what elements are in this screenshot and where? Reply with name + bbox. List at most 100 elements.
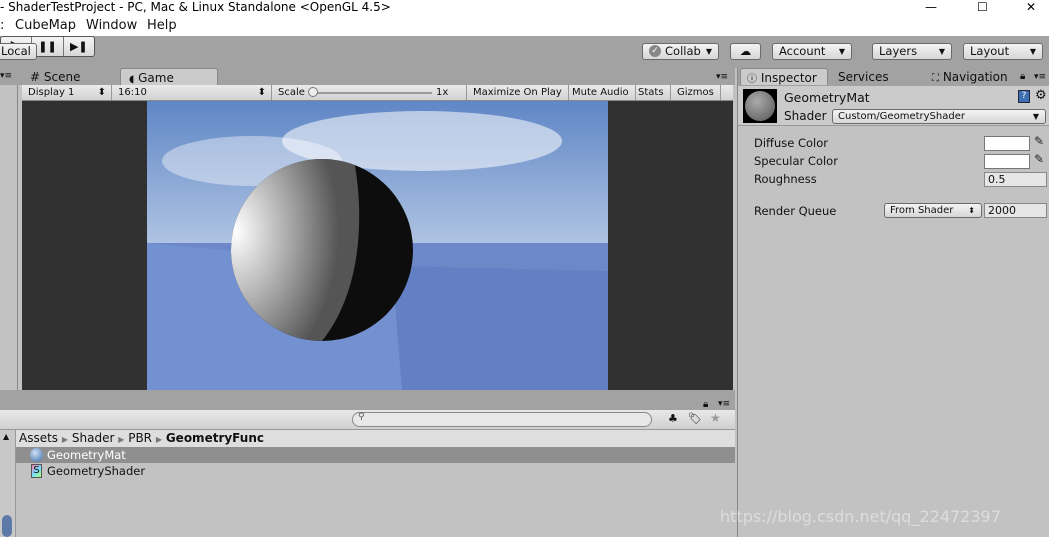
maximize-button[interactable]: ☐ [977,0,988,14]
layers-button[interactable]: Layers ▼ [872,43,952,60]
render-queue-label: Render Queue [754,204,837,218]
navigation-icon: ⛶ [932,73,939,84]
search-icon: ⚲ [358,412,365,422]
pivot-local-button[interactable]: Local [0,43,37,60]
breadcrumb-assets[interactable]: Assets [19,431,58,445]
lock-icon[interactable]: 🔒︎ [1020,71,1025,82]
panel-menu-icon[interactable]: ▾≡ [718,399,730,409]
aspect-dropdown[interactable]: 16:10 ⬍ [112,85,272,100]
help-book-icon[interactable]: ? [1018,90,1030,103]
menu-bar: : CubeMap Window Help [0,14,1049,36]
scale-value: 1x [436,87,449,98]
project-toolbar: ⚲ ♣ 🏷︎ ★ [0,410,735,430]
layout-label: Layout [970,44,1010,58]
breadcrumb-pbr[interactable]: PBR [128,431,152,445]
gear-icon[interactable]: ⚙ [1035,88,1047,103]
roughness-label: Roughness [754,172,817,186]
mute-audio-toggle[interactable]: Mute Audio [566,85,636,100]
tab-inspector[interactable]: ⓘ Inspector [740,68,828,85]
cloud-icon: ☁ [739,44,752,58]
specular-color-field[interactable] [984,154,1030,169]
list-item[interactable]: GeometryMat [16,447,735,463]
favorites-star-icon[interactable]: ★ [710,411,721,425]
menu-item-window[interactable]: Window [86,18,137,33]
tab-services[interactable]: Services [830,68,889,85]
close-button[interactable]: ✕ [1026,0,1036,14]
info-icon: ⓘ [747,74,757,85]
tab-scene-label: Scene [43,70,81,84]
diffuse-color-label: Diffuse Color [754,136,829,150]
shader-dropdown[interactable]: Custom/GeometryShader ▼ [832,109,1046,124]
layout-button[interactable]: Layout ▼ [963,43,1043,60]
tab-navigation-label: Navigation [942,70,1008,84]
menu-item-partial[interactable]: : [0,18,4,33]
breadcrumb-geometryfunc[interactable]: GeometryFunc [166,431,264,445]
collab-label: Collab [665,44,701,58]
material-preview [743,89,777,123]
scale-slider[interactable]: Scale 1x [272,85,467,100]
menu-item-cubemap[interactable]: CubeMap [15,18,76,33]
roughness-field[interactable]: 0.5 [984,172,1047,187]
project-file-list: GeometryMat S GeometryShader [16,447,735,537]
collab-button[interactable]: ✓ Collab ▼ [642,43,719,60]
title-bar: - ShaderTestProject - PC, Mac & Linux St… [0,0,1049,14]
scale-track [310,92,432,94]
render-queue-field[interactable]: 2000 [984,203,1047,218]
stats-toggle[interactable]: Stats [632,85,671,100]
item-name: GeometryMat [47,448,126,462]
account-label: Account [779,44,826,58]
main-toolbar: Local ▶ ❚❚ ▶❚ ✓ Collab▼ ☁ Account▼ Layer… [0,36,1049,68]
eyedropper-icon[interactable]: ✎ [1034,134,1048,148]
tab-navigation[interactable]: ⛶ Navigation [924,68,1008,85]
aspect-value: 16:10 [118,87,147,98]
grid-icon: # [30,70,41,84]
panel-menu-icon[interactable]: ▾≡ [0,71,12,81]
scroll-thumb[interactable] [2,515,12,537]
eyedropper-icon[interactable]: ✎ [1034,152,1048,166]
step-button[interactable]: ▶❚ [64,37,94,56]
breadcrumb-separator-icon: ▶ [61,435,69,444]
render-queue-mode: From Shader [890,205,954,216]
inspector-panel: ⓘ Inspector Services ⛶ Navigation 🔒︎ ▾≡ … [737,68,1049,537]
panel-separator: 🔒︎ ▾≡ [0,390,735,410]
layers-label: Layers [879,44,918,58]
scene-tab-row: ▾≡ # Scene ◖ Game ▾≡ [0,68,735,85]
shader-file-icon: S [31,464,42,478]
minimize-button[interactable]: — [925,0,937,14]
menu-item-help[interactable]: Help [147,18,177,33]
gizmos-dropdown[interactable]: Gizmos [671,85,721,100]
breadcrumb-separator-icon: ▶ [118,435,125,444]
display-dropdown[interactable]: Display 1 ⬍ [22,85,112,100]
pacman-icon: ◖ [129,74,135,85]
project-search-input[interactable]: ⚲ [352,412,652,427]
diffuse-color-field[interactable] [984,136,1030,151]
cloud-button[interactable]: ☁ [730,43,761,60]
panel-menu-icon[interactable]: ▾≡ [716,72,728,82]
tab-game[interactable]: ◖ Game [120,68,218,85]
scale-label: Scale [278,87,305,98]
panel-menu-icon[interactable]: ▾≡ [1034,72,1046,82]
shader-label: Shader [784,109,827,123]
account-button[interactable]: Account ▼ [772,43,852,60]
shader-value: Custom/GeometryShader [838,111,965,122]
filter-by-label-icon[interactable]: 🏷︎ [688,412,702,425]
list-item[interactable]: S GeometryShader [16,463,735,479]
filter-by-type-icon[interactable]: ♣ [668,412,678,425]
breadcrumb-shader[interactable]: Shader [72,431,115,445]
inspector-tab-row: ⓘ Inspector Services ⛶ Navigation 🔒︎ ▾≡ [738,68,1049,86]
render-queue-mode-dropdown[interactable]: From Shader ⬍ [884,203,982,218]
project-scrollbar[interactable]: ▲ [0,430,16,537]
tab-game-label: Game [138,71,174,85]
scroll-up-arrow-icon[interactable]: ▲ [3,432,9,441]
floor-plane [392,266,608,390]
game-view[interactable] [22,101,733,390]
scale-thumb[interactable] [308,87,318,97]
check-icon: ✓ [649,45,661,57]
window-title: - ShaderTestProject - PC, Mac & Linux St… [0,0,391,14]
tab-scene[interactable]: # Scene [22,68,118,85]
tab-inspector-label: Inspector [760,71,817,85]
maximize-on-play-toggle[interactable]: Maximize On Play [467,85,569,100]
pause-button[interactable]: ❚❚ [32,37,64,56]
lock-icon[interactable]: 🔒︎ [703,399,708,410]
specular-color-label: Specular Color [754,154,838,168]
